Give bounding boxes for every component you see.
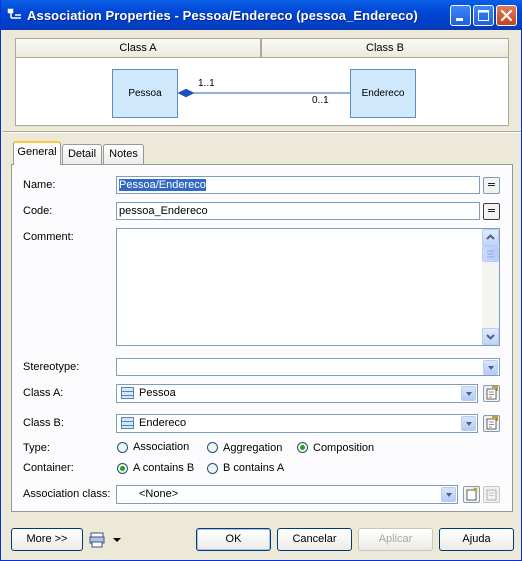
comment-label: Comment: [23, 231, 74, 243]
class-icon [121, 417, 134, 429]
type-aggregation-label[interactable]: Aggregation [223, 442, 282, 454]
type-association-label[interactable]: Association [133, 441, 189, 453]
class-a-label: Class A: [23, 387, 64, 399]
type-composition-label[interactable]: Composition [313, 442, 374, 454]
code-label: Code: [23, 205, 53, 217]
tab-detail[interactable]: Detail [62, 144, 102, 165]
composition-diamond-icon [177, 88, 195, 98]
comment-scrollbar[interactable] [482, 229, 499, 345]
association-class-dropdown-arrow-icon[interactable] [441, 487, 456, 502]
class-a-box: Pessoa [112, 69, 178, 118]
minimize-icon [456, 18, 463, 21]
container-label: Container: [23, 462, 74, 474]
association-class-properties-button[interactable] [483, 486, 500, 503]
association-line [177, 88, 350, 98]
close-button[interactable] [496, 5, 517, 26]
type-label: Type: [23, 442, 50, 454]
name-label: Name: [23, 179, 56, 191]
tab-notes[interactable]: Notes [103, 144, 144, 165]
ok-button[interactable]: OK [196, 528, 271, 551]
close-icon [500, 9, 513, 22]
stereotype-label: Stereotype: [23, 361, 80, 373]
container-b-contains-a-label[interactable]: B contains A [223, 462, 284, 474]
help-button[interactable]: Ajuda [439, 528, 514, 551]
class-headers: Class A Class B [15, 38, 509, 58]
class-b-value: Endereco [139, 417, 187, 429]
class-a-header[interactable]: Class A [15, 38, 261, 58]
more-button[interactable]: More >> [11, 528, 83, 551]
association-class-value: <None> [139, 488, 179, 500]
association-properties-window: Association Properties - Pessoa/Endereco… [0, 0, 522, 561]
apply-button[interactable]: Aplicar [358, 528, 433, 551]
class-b-header[interactable]: Class B [261, 38, 509, 58]
class-b-dropdown-arrow-icon[interactable] [461, 416, 476, 431]
properties-icon [486, 416, 498, 430]
code-field[interactable]: pessoa_Endereco [116, 202, 480, 220]
new-icon [466, 487, 478, 501]
name-field[interactable]: Pessoa/Endereco [116, 176, 480, 194]
container-a-contains-b-radio[interactable] [117, 463, 128, 474]
name-equals-button[interactable]: = [483, 177, 500, 194]
multiplicity-a: 1..1 [198, 78, 215, 89]
association-class-new-button[interactable] [463, 486, 480, 503]
printer-icon [89, 532, 121, 548]
type-aggregation-radio[interactable] [207, 442, 218, 453]
tab-general[interactable]: General [13, 141, 61, 165]
class-b-select[interactable]: Endereco [116, 414, 478, 433]
properties-icon [486, 386, 498, 400]
class-a-value: Pessoa [139, 387, 176, 399]
cancel-button[interactable]: Cancelar [277, 528, 352, 551]
title-bar[interactable]: Association Properties - Pessoa/Endereco… [1, 0, 522, 30]
association-app-icon [7, 8, 21, 19]
grip-icon [487, 250, 494, 258]
type-association-radio[interactable] [117, 442, 128, 453]
association-class-select[interactable]: <None> [116, 485, 458, 504]
container-a-contains-b-label[interactable]: A contains B [133, 462, 194, 474]
separator [3, 131, 521, 133]
class-a-dropdown-arrow-icon[interactable] [461, 386, 476, 401]
class-a-select[interactable]: Pessoa [116, 384, 478, 403]
comment-textarea[interactable] [116, 228, 500, 346]
general-tab-panel: Name: Pessoa/Endereco = Code: pessoa_End… [11, 164, 513, 512]
type-composition-radio[interactable] [297, 442, 308, 453]
class-b-label: Class B: [23, 417, 64, 429]
association-diagram: Pessoa Endereco 1..1 0..1 [15, 58, 509, 126]
minimize-button[interactable] [450, 5, 471, 26]
scroll-thumb[interactable] [482, 246, 499, 262]
scroll-down-button[interactable] [482, 328, 499, 345]
multiplicity-b: 0..1 [312, 95, 329, 106]
stereotype-dropdown-arrow-icon[interactable] [483, 360, 498, 375]
class-b-box: Endereco [350, 69, 416, 118]
maximize-button[interactable] [473, 5, 494, 26]
container-b-contains-a-radio[interactable] [207, 463, 218, 474]
association-class-label: Association class: [23, 488, 111, 500]
class-b-properties-button[interactable] [483, 415, 500, 432]
print-menu-button[interactable] [89, 530, 125, 550]
class-a-properties-button[interactable] [483, 385, 500, 402]
stereotype-select[interactable] [116, 358, 500, 376]
chevron-up-icon [486, 234, 495, 240]
properties-icon [486, 489, 497, 501]
class-icon [121, 387, 134, 399]
name-field-value: Pessoa/Endereco [119, 179, 206, 191]
scroll-up-button[interactable] [482, 229, 499, 246]
code-equals-button[interactable]: = [483, 203, 500, 220]
window-title: Association Properties - Pessoa/Endereco… [27, 8, 418, 23]
maximize-icon [478, 10, 489, 21]
chevron-down-icon [486, 334, 495, 340]
